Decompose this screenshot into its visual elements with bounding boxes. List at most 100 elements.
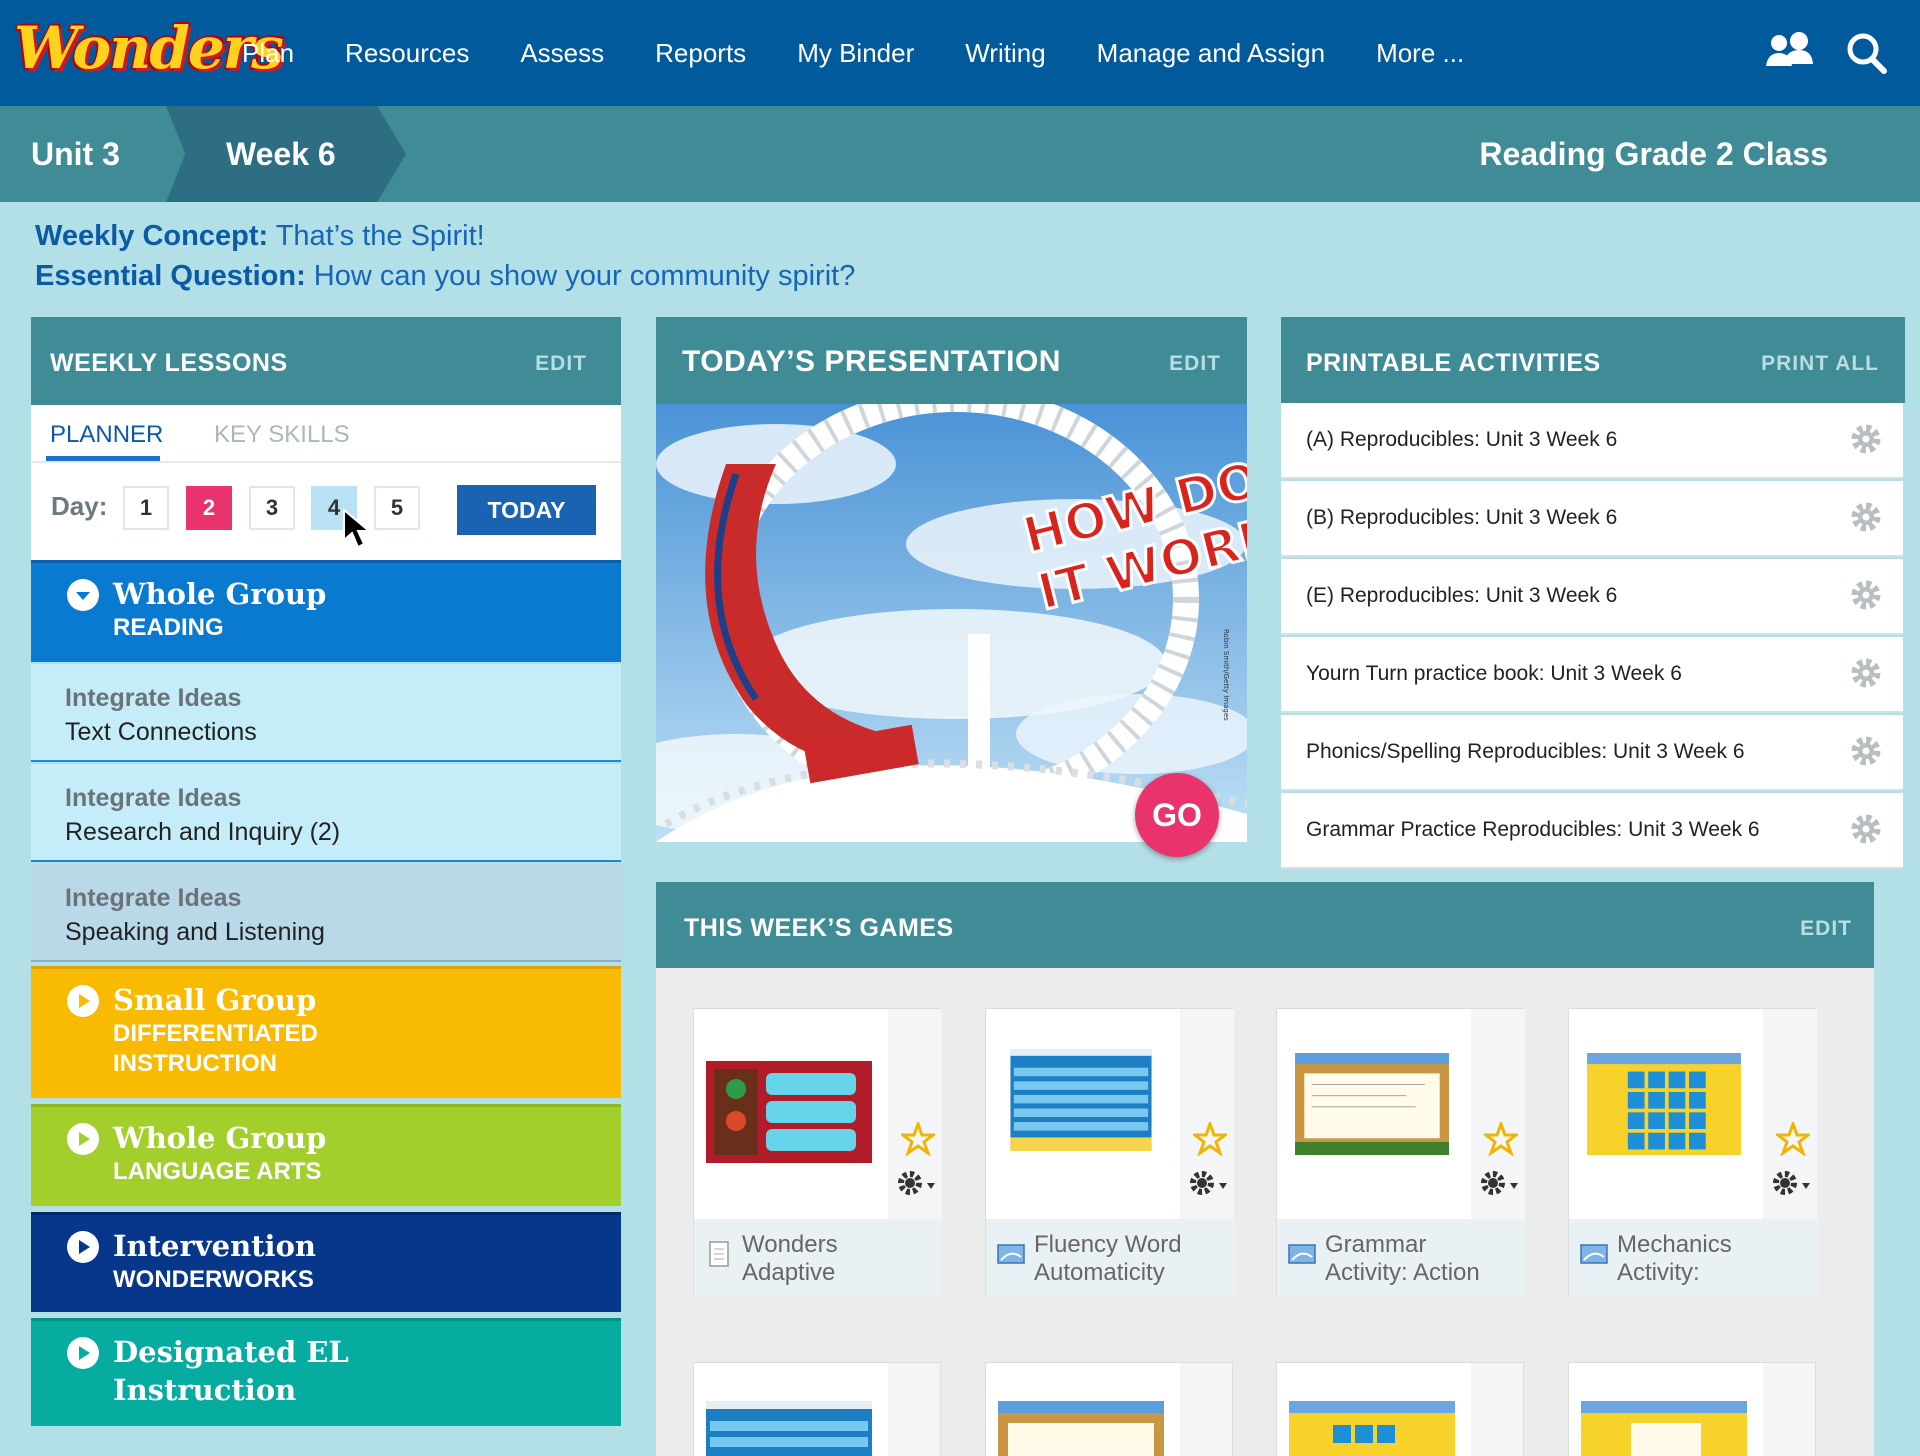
nav-more[interactable]: More ... <box>1376 38 1464 69</box>
game-card-wonders-adaptive[interactable]: Wonders Adaptive <box>693 1008 942 1297</box>
game-card[interactable] <box>1568 1362 1816 1456</box>
gear-icon[interactable] <box>1849 734 1883 768</box>
game-thumbnail <box>1289 1401 1455 1456</box>
game-thumbnail <box>1581 1401 1747 1456</box>
essential-question: Essential Question: How can you show you… <box>35 260 855 293</box>
lesson-title-line-1: Designated EL <box>113 1335 349 1369</box>
lesson-item-research-and-inquiry[interactable]: Integrate Ideas Research and Inquiry (2) <box>31 764 621 862</box>
day-label: Day: <box>51 491 108 521</box>
weekly-concept-value: That’s the Spirit! <box>275 220 485 252</box>
nav-reports[interactable]: Reports <box>655 38 746 69</box>
lesson-item-title: Integrate Ideas <box>65 784 242 812</box>
chevron-down-icon <box>67 579 99 611</box>
gear-icon[interactable] <box>1188 1169 1234 1197</box>
games-title: THIS WEEK’S GAMES <box>684 914 954 942</box>
lesson-whole-group-reading[interactable]: Whole Group READING <box>31 560 621 662</box>
printable-item[interactable]: (A) Reproducibles: Unit 3 Week 6 <box>1281 403 1903 479</box>
nav-writing[interactable]: Writing <box>965 38 1045 69</box>
star-icon[interactable] <box>1193 1122 1227 1156</box>
game-thumbnail <box>706 1061 872 1163</box>
gear-icon[interactable] <box>896 1169 942 1197</box>
nav-assess[interactable]: Assess <box>520 38 604 69</box>
day-2-button[interactable]: 2 <box>186 486 232 530</box>
essential-question-label: Essential Question: <box>35 260 306 292</box>
gear-icon[interactable] <box>1849 500 1883 534</box>
nav-plan[interactable]: Plan <box>242 38 294 69</box>
play-icon <box>67 1337 99 1369</box>
printable-item[interactable]: (B) Reproducibles: Unit 3 Week 6 <box>1281 481 1903 557</box>
lesson-item-title: Integrate Ideas <box>65 684 242 712</box>
lesson-title: Whole Group <box>113 577 327 611</box>
game-card-footer: Grammar Activity: Action <box>1277 1219 1525 1297</box>
star-icon[interactable] <box>1484 1122 1518 1156</box>
breadcrumb-unit[interactable]: Unit 3 <box>31 136 120 173</box>
lesson-subtitle-line-2: INSTRUCTION <box>113 1050 277 1077</box>
gear-icon[interactable] <box>1849 578 1883 612</box>
star-icon[interactable] <box>1776 1122 1810 1156</box>
game-card-footer: Fluency Word Automaticity <box>986 1219 1234 1297</box>
gear-icon[interactable] <box>1849 812 1883 846</box>
game-card-actions <box>1180 1363 1232 1456</box>
lesson-whole-group-language-arts[interactable]: Whole Group LANGUAGE ARTS <box>31 1104 621 1206</box>
game-card-fluency-word-automaticity[interactable]: Fluency Word Automaticity <box>985 1008 1234 1297</box>
lesson-subtitle: READING <box>113 614 224 641</box>
lesson-item-text-connections[interactable]: Integrate Ideas Text Connections <box>31 664 621 762</box>
game-name: Mechanics Activity: <box>1617 1231 1732 1286</box>
lesson-item-speaking-and-listening[interactable]: Integrate Ideas Speaking and Listening <box>31 864 621 962</box>
interactive-icon <box>1580 1244 1608 1264</box>
nav-manage-and-assign[interactable]: Manage and Assign <box>1097 38 1325 69</box>
day-3-button[interactable]: 3 <box>249 486 295 530</box>
day-1-button[interactable]: 1 <box>123 486 169 530</box>
game-name: Grammar Activity: Action <box>1325 1231 1480 1286</box>
weekly-concept: Weekly Concept: That’s the Spirit! <box>35 220 485 253</box>
games-edit[interactable]: EDIT <box>1800 917 1852 941</box>
weekly-lessons-edit[interactable]: EDIT <box>535 352 587 376</box>
games-header: THIS WEEK’S GAMES EDIT <box>656 882 1874 968</box>
lesson-intervention[interactable]: Intervention WONDERWORKS <box>31 1212 621 1312</box>
lesson-subtitle: LANGUAGE ARTS <box>113 1158 322 1185</box>
go-button[interactable]: GO <box>1135 773 1219 857</box>
main-menu: Plan Resources Assess Reports My Binder … <box>242 0 1515 106</box>
class-name[interactable]: Reading Grade 2 Class <box>1479 136 1828 173</box>
play-icon <box>67 985 99 1017</box>
users-icon[interactable] <box>1764 30 1814 76</box>
weekly-lessons-title: WEEKLY LESSONS <box>50 349 288 377</box>
play-icon <box>67 1123 99 1155</box>
breadcrumb-week[interactable]: Week 6 <box>166 106 406 202</box>
lesson-designated-el[interactable]: Designated EL Instruction <box>31 1318 621 1426</box>
game-card[interactable] <box>985 1362 1233 1456</box>
printable-item[interactable]: Grammar Practice Reproducibles: Unit 3 W… <box>1281 793 1903 869</box>
game-thumbnail <box>1010 1049 1152 1151</box>
lesson-small-group[interactable]: Small Group DIFFERENTIATED INSTRUCTION <box>31 966 621 1098</box>
nav-resources[interactable]: Resources <box>345 38 469 69</box>
game-card-mechanics-activity[interactable]: Mechanics Activity: <box>1568 1008 1817 1297</box>
printable-item[interactable]: Yourn Turn practice book: Unit 3 Week 6 <box>1281 637 1903 713</box>
printable-item[interactable]: Phonics/Spelling Reproducibles: Unit 3 W… <box>1281 715 1903 791</box>
day-5-button[interactable]: 5 <box>374 486 420 530</box>
nav-my-binder[interactable]: My Binder <box>797 38 914 69</box>
lesson-item-desc: Research and Inquiry (2) <box>65 818 341 846</box>
game-card[interactable] <box>1276 1362 1524 1456</box>
game-name: Wonders Adaptive <box>742 1231 838 1286</box>
printables-header: PRINTABLE ACTIVITIES PRINT ALL <box>1281 317 1905 403</box>
gear-icon[interactable] <box>1849 656 1883 690</box>
top-navigation: Wonders Plan Resources Assess Reports My… <box>0 0 1920 106</box>
game-card-grammar-activity[interactable]: Grammar Activity: Action <box>1276 1008 1525 1297</box>
printable-item[interactable]: (E) Reproducibles: Unit 3 Week 6 <box>1281 559 1903 635</box>
gear-icon[interactable] <box>1479 1169 1525 1197</box>
star-icon[interactable] <box>901 1122 935 1156</box>
weekly-lessons-header: WEEKLY LESSONS EDIT <box>31 317 621 405</box>
today-button[interactable]: TODAY <box>457 485 596 535</box>
presentation-edit[interactable]: EDIT <box>1169 352 1221 376</box>
search-icon[interactable] <box>1842 30 1892 76</box>
gear-icon[interactable] <box>1771 1169 1817 1197</box>
lesson-title-line-2: Instruction <box>113 1373 297 1407</box>
gear-icon[interactable] <box>1849 422 1883 456</box>
game-card[interactable] <box>693 1362 941 1456</box>
game-card-actions <box>1471 1363 1523 1456</box>
game-thumbnail <box>1587 1053 1741 1155</box>
tab-key-skills[interactable]: KEY SKILLS <box>214 421 350 449</box>
interactive-icon <box>1288 1244 1316 1264</box>
tab-planner[interactable]: PLANNER <box>50 421 163 449</box>
print-all-button[interactable]: PRINT ALL <box>1761 352 1879 376</box>
